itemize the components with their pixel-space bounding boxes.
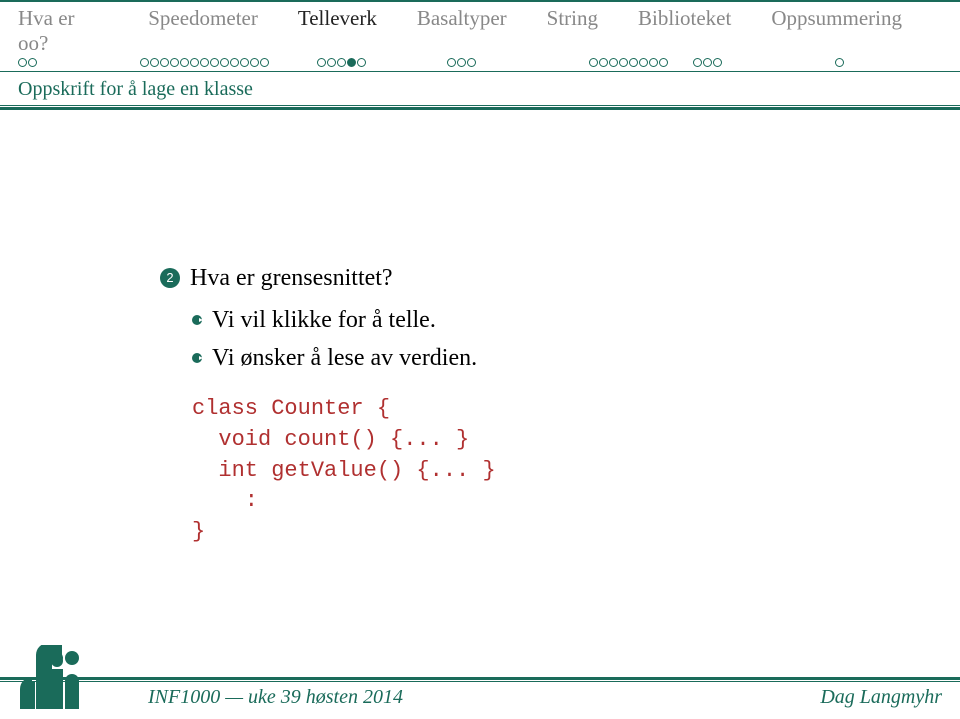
section-subtitle: Oppskrift for å lage en klasse [0,72,960,105]
bullet-icon [192,315,202,325]
nav-tab-hva-er-oo[interactable]: Hva er oo? [18,6,148,56]
bullet-item: Vi ønsker å lese av verdien. [192,340,960,376]
dot-group-0 [18,58,140,67]
nav-tab-speedometer[interactable]: Speedometer [148,6,298,56]
ifi-logo-icon [18,645,118,709]
nav-tab-basaltyper[interactable]: Basaltyper [417,6,547,56]
progress-dots-row [0,56,960,71]
bullet-item: Vi vil klikke for å telle. [192,302,960,338]
numbered-item: 2 Hva er grensesnittet? [160,260,960,296]
sub-bullet-list: Vi vil klikke for å telle. Vi ønsker å l… [160,302,960,376]
nav-tabs: Hva er oo? Speedometer Telleverk Basalty… [0,2,960,56]
nav-tab-telleverk[interactable]: Telleverk [298,6,417,56]
nav-tab-oppsummering[interactable]: Oppsummering [771,6,942,56]
bullet-icon [192,353,202,363]
footer-left-text: INF1000 — uke 39 høsten 2014 [148,686,403,709]
dot-group-6 [835,58,844,67]
footer-border [0,677,960,680]
dot-group-5 [693,58,835,67]
divider [0,105,960,106]
dot-group-2 [317,58,447,67]
footer-right-text: Dag Langmyhr [820,686,942,709]
item-number-badge: 2 [160,268,180,288]
dot-group-4 [589,58,693,67]
code-block: class Counter { void count() {... } int … [160,378,960,548]
bullet-text: Vi ønsker å lese av verdien. [212,340,477,376]
nav-tab-biblioteket[interactable]: Biblioteket [638,6,771,56]
footer: INF1000 — uke 39 høsten 2014 Dag Langmyh… [0,677,960,719]
nav-tab-string[interactable]: String [547,6,638,56]
dot-group-1 [140,58,317,67]
slide-content: 2 Hva er grensesnittet? Vi vil klikke fo… [0,110,960,548]
item-heading: Hva er grensesnittet? [190,260,393,296]
footer-content: INF1000 — uke 39 høsten 2014 Dag Langmyh… [0,682,960,719]
bullet-text: Vi vil klikke for å telle. [212,302,436,338]
dot-group-3 [447,58,589,67]
